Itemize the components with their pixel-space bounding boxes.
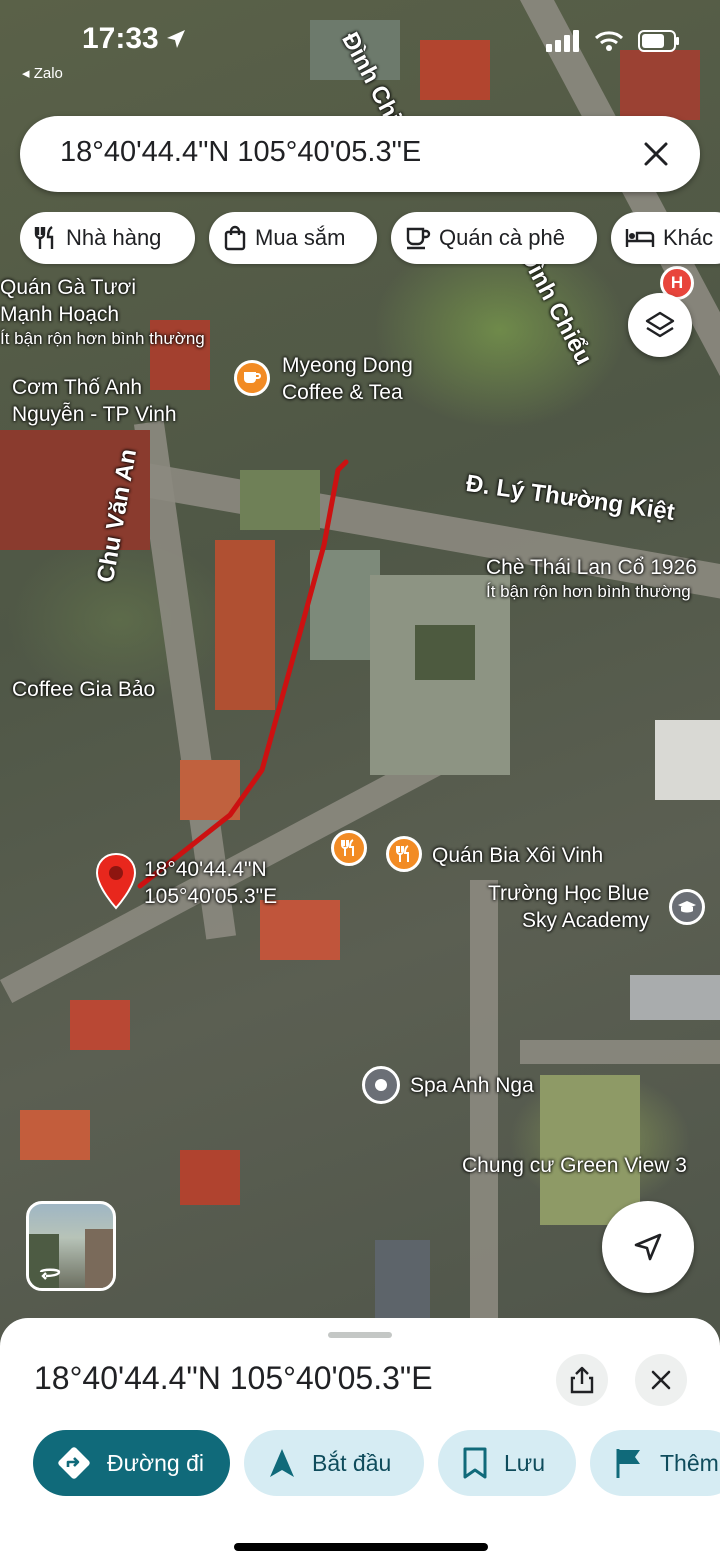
chip-coffee[interactable]: Quán cà phê [391,212,597,264]
back-to-app-link[interactable]: ◂ Zalo [22,64,63,82]
poi-label-myeong-dong[interactable]: Myeong Dong Coffee & Tea [282,352,413,406]
coffee-poi-icon[interactable] [234,360,270,396]
my-location-button[interactable] [602,1201,694,1293]
bottom-sheet[interactable]: 18°40'44.4"N 105°40'05.3"E Đường đi Bắt … [0,1318,720,1565]
battery-icon [638,30,679,52]
shopping-bag-icon [224,225,246,251]
restaurant-icon [34,226,54,249]
wifi-icon [594,31,624,51]
search-input[interactable]: 18°40'44.4"N 105°40'05.3"E [60,136,421,169]
start-button[interactable]: Bắt đầu [244,1430,424,1496]
chip-shopping[interactable]: Mua sắm [209,212,377,264]
clock: 17:33 [82,22,159,55]
poi-label-chung-cu[interactable]: Chung cư Green View 3 [462,1152,687,1179]
school-poi-icon[interactable] [669,889,705,925]
poi-label-truong-hoc[interactable]: Trường Học Blue Sky Academy [488,880,649,934]
layers-button[interactable] [628,293,692,357]
dropped-pin-label: 18°40'44.4"N 105°40'05.3"E [144,858,278,908]
save-button[interactable]: Lưu [438,1430,576,1496]
home-indicator[interactable] [234,1543,488,1551]
more-button[interactable]: Thêm [590,1430,720,1496]
dropped-pin-icon[interactable] [94,852,138,912]
poi-label-coffee-gia-bao[interactable]: Coffee Gia Bảo [12,676,155,703]
search-bar[interactable]: 18°40'44.4"N 105°40'05.3"E [20,116,700,192]
poi-label-che-thai[interactable]: Chè Thái Lan Cổ 1926 Ít bận rộn hơn bình… [486,554,697,603]
cellular-signal-icon [546,30,579,52]
directions-button[interactable]: Đường đi [33,1430,230,1496]
navigation-arrow-icon [634,1233,662,1261]
close-icon[interactable] [636,134,676,174]
sheet-close-button[interactable] [635,1354,687,1406]
chip-more[interactable]: Khác [611,212,720,264]
share-icon [570,1366,594,1394]
location-arrow-icon [167,30,185,48]
bed-icon [625,229,655,247]
close-icon [651,1370,671,1390]
restaurant-poi-icon[interactable] [331,830,367,866]
layers-icon [645,311,675,338]
place-title: 18°40'44.4"N 105°40'05.3"E [34,1360,433,1396]
category-chips: Nhà hàng Mua sắm Quán cà phê Khác [20,212,720,268]
rotate-360-icon [39,1268,61,1280]
drag-handle[interactable] [328,1332,392,1338]
navigation-arrow-icon [270,1449,294,1477]
chip-restaurants[interactable]: Nhà hàng [20,212,195,264]
street-view-thumbnail[interactable] [26,1201,116,1291]
share-button[interactable] [556,1354,608,1406]
poi-label-quan-ga[interactable]: Quán Gà Tươi Mạnh Hoạch Ít bận rộn hơn b… [0,274,205,350]
bookmark-icon [463,1447,487,1479]
poi-label-spa[interactable]: Spa Anh Nga [410,1072,534,1099]
directions-icon [58,1447,90,1479]
flag-icon [616,1449,640,1478]
spa-poi-icon[interactable] [362,1066,400,1104]
restaurant-poi-icon[interactable] [386,836,422,872]
status-bar: 17:33 ◂ Zalo [0,0,720,110]
poi-label-com-tho[interactable]: Cơm Thố Anh Nguyễn - TP Vinh [12,374,177,428]
coffee-icon [406,227,431,250]
poi-label-quan-bia[interactable]: Quán Bia Xôi Vinh [432,842,603,869]
